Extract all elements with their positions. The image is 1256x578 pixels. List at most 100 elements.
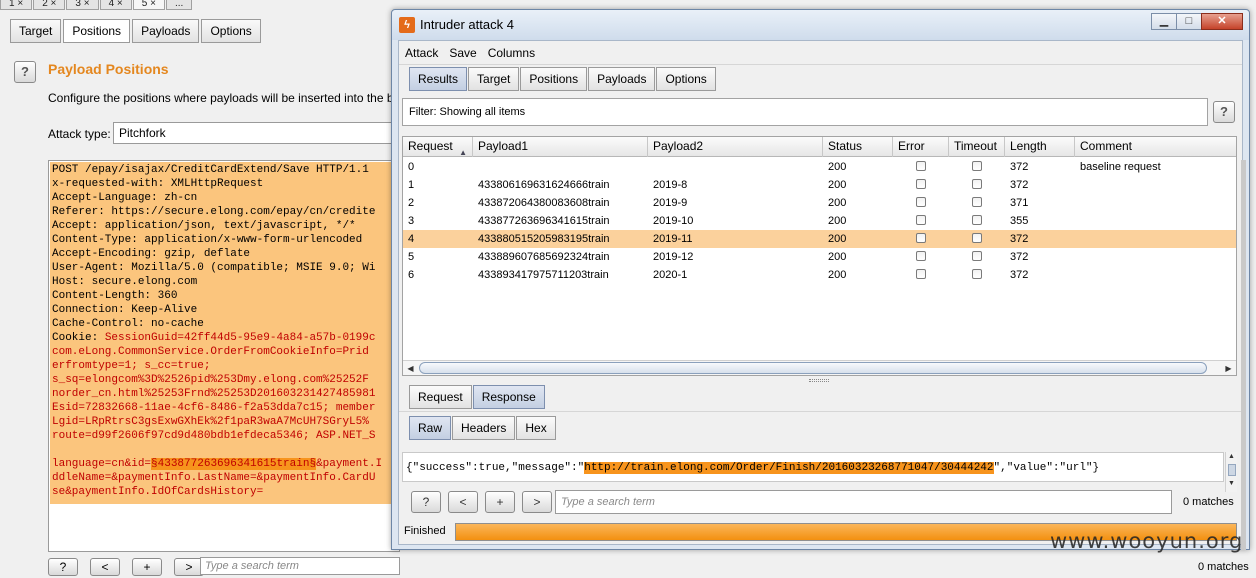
column-header-request[interactable]: Request ▲ <box>403 137 473 157</box>
cell-length: 371 <box>1010 197 1029 209</box>
column-header-length[interactable]: Length <box>1005 137 1075 157</box>
cookie-value: Lgid=LRpRtrsC3gsExwGXhEk%2f1paR3waA7McUH… <box>52 416 369 428</box>
table-row[interactable]: 6 433893417975711203train 2020-1 200 372 <box>403 266 1236 284</box>
previous-button[interactable]: < <box>90 558 120 576</box>
window-titlebar[interactable]: ϟ Intruder attack 4 ▁ □ ✕ <box>392 10 1249 40</box>
number-tab-3[interactable]: 3 × <box>66 0 99 10</box>
column-header-status[interactable]: Status <box>823 137 893 157</box>
tab-results[interactable]: Results <box>409 67 468 91</box>
tab-positions[interactable]: Positions <box>63 19 131 43</box>
scroll-left-icon[interactable]: ◀ <box>405 363 416 374</box>
column-header-payload1[interactable]: Payload1 <box>473 137 648 157</box>
column-header-comment[interactable]: Comment <box>1075 137 1236 157</box>
cell-status: 200 <box>828 233 847 245</box>
editor-search-input[interactable]: Type a search term <box>200 557 400 575</box>
menu-save[interactable]: Save <box>447 44 478 62</box>
cell-status: 200 <box>828 215 847 227</box>
cell-timeout <box>949 194 1005 212</box>
tab-request[interactable]: Request <box>409 385 472 409</box>
table-row[interactable]: 5 433889607685692324train 2019-12 200 372 <box>403 248 1236 266</box>
cell-length: 372 <box>1010 161 1029 173</box>
results-table: Request ▲ Payload1 Payload2 Status Error … <box>402 136 1237 376</box>
next-button[interactable]: > <box>522 491 552 513</box>
help-button[interactable]: ? <box>48 558 78 576</box>
filter-text: Filter: Showing all items <box>409 106 526 118</box>
number-tab-5[interactable]: 5 × <box>132 0 165 10</box>
number-tab-4[interactable]: 4 × <box>99 0 132 10</box>
cell-status: 200 <box>828 251 847 263</box>
response-body[interactable]: {"success":true,"message":"http://train.… <box>402 452 1224 482</box>
column-header-timeout[interactable]: Timeout <box>949 137 1005 157</box>
cell-request: 3 <box>408 215 415 227</box>
request-line: Content-Type: application/x-www-form-url… <box>52 234 363 246</box>
timeout-checkbox <box>972 179 982 190</box>
cell-payload1: 433893417975711203train <box>478 269 609 281</box>
maximize-icon[interactable]: □ <box>1176 13 1202 30</box>
cell-payload1: 433880515205983195train <box>478 233 610 245</box>
timeout-checkbox <box>972 251 982 262</box>
table-row[interactable]: 4 433880515205983195train 2019-11 200 372 <box>403 230 1236 248</box>
scrollbar-thumb[interactable] <box>1228 464 1236 476</box>
filter-bar[interactable]: Filter: Showing all items <box>402 98 1208 126</box>
cookie-value: norder_cn.html%25253Frnd%25253D201603231… <box>52 388 376 400</box>
cell-length: 372 <box>1010 269 1029 281</box>
tab-options[interactable]: Options <box>656 67 716 91</box>
menu-divider <box>399 64 1242 65</box>
cell-comment: baseline request <box>1080 161 1161 173</box>
table-row[interactable]: 3 433877263696341615train 2019-10 200 355 <box>403 212 1236 230</box>
window-edge-scrollbar[interactable] <box>1241 160 1246 550</box>
column-header-error[interactable]: Error <box>893 137 949 157</box>
scrollbar-thumb[interactable] <box>419 362 1207 374</box>
table-row[interactable]: 2 433872064380083608train 2019-9 200 371 <box>403 194 1236 212</box>
response-search-input[interactable] <box>555 490 1172 514</box>
tab-payloads[interactable]: Payloads <box>132 19 200 43</box>
tab-hex[interactable]: Hex <box>516 416 556 440</box>
add-button[interactable]: + <box>485 491 515 513</box>
timeout-checkbox <box>972 161 982 172</box>
cell-status: 200 <box>828 269 847 281</box>
cell-error <box>893 158 949 176</box>
table-row[interactable]: 1 433806169631624666train 2019-8 200 372 <box>403 176 1236 194</box>
tab-response[interactable]: Response <box>472 385 545 409</box>
close-icon[interactable]: ✕ <box>1201 13 1243 30</box>
add-button[interactable]: + <box>132 558 162 576</box>
previous-button[interactable]: < <box>448 491 478 513</box>
scroll-down-icon[interactable]: ▼ <box>1228 480 1236 487</box>
tab-target[interactable]: Target <box>468 67 520 91</box>
scroll-right-icon[interactable]: ▶ <box>1223 363 1234 374</box>
menu-columns[interactable]: Columns <box>486 44 537 62</box>
tab-positions[interactable]: Positions <box>520 67 588 91</box>
request-line: Referer: https://secure.elong.com/epay/c… <box>52 206 376 218</box>
help-button[interactable]: ? <box>1213 101 1235 123</box>
minimize-icon[interactable]: ▁ <box>1151 13 1177 30</box>
tab-headers[interactable]: Headers <box>452 416 516 440</box>
cell-timeout <box>949 176 1005 194</box>
response-vertical-scrollbar[interactable]: ▲ ▼ <box>1225 452 1237 492</box>
payload-position-marker: §433877263696341615train§ <box>151 458 317 470</box>
cell-length: 355 <box>1010 215 1029 227</box>
request-line: Connection: Keep-Alive <box>52 304 198 316</box>
scroll-up-icon[interactable]: ▲ <box>1228 453 1236 460</box>
table-row[interactable]: 0 200 372 baseline request <box>403 158 1236 176</box>
tab-raw[interactable]: Raw <box>409 416 452 440</box>
help-button[interactable]: ? <box>411 491 441 513</box>
tab-options[interactable]: Options <box>201 19 261 43</box>
horizontal-scrollbar[interactable]: ◀ ▶ <box>403 360 1236 375</box>
menu-attack[interactable]: Attack <box>403 44 440 62</box>
cell-payload2: 2019-10 <box>653 215 694 227</box>
number-tab-more[interactable]: ... <box>165 0 193 10</box>
error-checkbox <box>916 197 926 208</box>
pane-splitter[interactable] <box>809 379 829 382</box>
number-tab-1[interactable]: 1 × <box>0 0 33 10</box>
intruder-attack-window: ϟ Intruder attack 4 ▁ □ ✕ Attack Save Co… <box>391 9 1250 550</box>
cell-payload2 <box>648 158 823 176</box>
tab-payloads[interactable]: Payloads <box>588 67 656 91</box>
tab-target[interactable]: Target <box>10 19 62 43</box>
attack-type-select[interactable]: Pitchfork <box>113 122 403 144</box>
cell-comment <box>1075 212 1236 230</box>
column-header-payload2[interactable]: Payload2 <box>648 137 823 157</box>
number-tab-2[interactable]: 2 × <box>33 0 66 10</box>
request-template-editor[interactable]: POST /epay/isajax/CreditCardExtend/Save … <box>48 160 400 552</box>
help-button[interactable]: ? <box>14 61 36 83</box>
cell-payload2: 2020-1 <box>653 269 688 281</box>
